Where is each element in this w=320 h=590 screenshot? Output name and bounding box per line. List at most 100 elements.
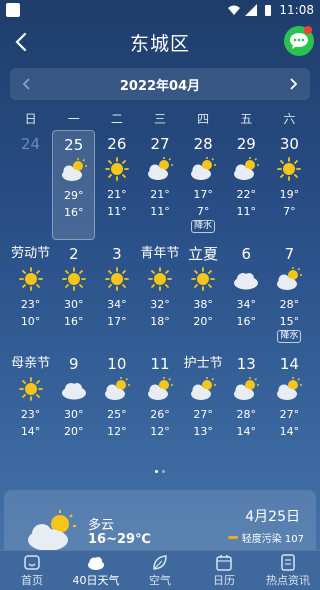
day-cell[interactable]: 母亲节 23° 14°: [9, 350, 52, 460]
day-cell[interactable]: 27 21° 11°: [138, 130, 181, 240]
precip-badge: 降水: [191, 220, 216, 233]
status-bar: 11:08: [0, 0, 320, 20]
day-label: 9: [68, 355, 79, 373]
day-label: 11: [150, 355, 170, 373]
high-temp: 17°: [193, 188, 213, 201]
day-label: 26: [107, 135, 127, 153]
day-label: 7: [284, 245, 295, 263]
day-cell[interactable]: 3 34° 17°: [95, 240, 138, 350]
low-temp: 20°: [193, 315, 213, 328]
chat-button[interactable]: [284, 26, 314, 56]
day-cell[interactable]: 24: [9, 130, 52, 240]
sun-icon: [60, 267, 88, 291]
day-cell[interactable]: 11 26° 12°: [138, 350, 181, 460]
low-temp: 14°: [236, 425, 257, 438]
low-temp: 12°: [150, 425, 170, 438]
weekday-label: 五: [240, 111, 253, 126]
precip-badge: 降水: [277, 330, 302, 343]
high-temp: 26°: [150, 408, 170, 421]
partly-cloudy-icon: [103, 377, 131, 401]
day-cell[interactable]: 青年节 32° 18°: [138, 240, 181, 350]
notification-icon: [6, 3, 20, 17]
unread-dot: [304, 26, 312, 34]
signal-icon: [245, 4, 258, 16]
high-temp: 25°: [107, 408, 127, 421]
tab-news[interactable]: 热点资讯: [256, 551, 320, 590]
day-cell[interactable]: 劳动节 23° 10°: [9, 240, 52, 350]
high-temp: 19°: [279, 188, 300, 201]
leaf-icon: [153, 554, 167, 570]
tab-label: 首页: [21, 573, 43, 587]
high-temp: 23°: [20, 408, 41, 421]
low-temp: 13°: [193, 425, 213, 438]
day-cell[interactable]: 护士节 27° 13°: [182, 350, 225, 460]
status-time: 11:08: [279, 3, 314, 17]
tab-label: 40日天气: [72, 573, 120, 587]
weekday-label: 日: [24, 111, 37, 126]
low-temp: 20°: [63, 425, 84, 438]
aqi-color-bar: [227, 536, 238, 539]
day-label: 立夏: [188, 245, 219, 263]
tab-label: 日历: [213, 573, 235, 587]
chat-bubble-icon: [290, 33, 308, 49]
high-temp: 34°: [236, 298, 257, 311]
day-cell[interactable]: 13 28° 14°: [225, 350, 268, 460]
day-cell[interactable]: 立夏 38° 20°: [182, 240, 225, 350]
day-label: 3: [112, 245, 122, 263]
sun-icon: [103, 157, 131, 181]
app-header: 东城区: [0, 20, 320, 64]
day-label: 劳动节: [11, 246, 51, 261]
day-label: 护士节: [183, 356, 223, 371]
day-cell[interactable]: 6 34° 16°: [225, 240, 268, 350]
high-temp: 30°: [63, 408, 84, 421]
day-label: 30: [279, 135, 299, 153]
tab-label: 热点资讯: [266, 573, 310, 587]
calendar-icon: [216, 554, 232, 571]
tab-calendar[interactable]: 日历: [192, 551, 256, 590]
detail-condition: 多云: [88, 518, 115, 533]
low-temp: 18°: [150, 315, 170, 328]
sun-icon: [275, 157, 303, 181]
sun-icon: [189, 267, 217, 291]
weekday-label: 三: [153, 111, 166, 126]
aqi-indicator: 轻度污染 107: [227, 530, 304, 545]
bottom-tab-bar: 首页 40日天气 空气 日历 热点资讯: [0, 550, 320, 590]
day-label: 青年节: [140, 246, 180, 261]
day-cell[interactable]: 28 17° 7° 降水: [182, 130, 225, 240]
day-cell[interactable]: 29 22° 11°: [225, 130, 268, 240]
tab-40day-weather[interactable]: 40日天气: [64, 551, 128, 590]
partly-cloudy-icon: [189, 157, 217, 181]
high-temp: 21°: [107, 188, 127, 201]
day-cell[interactable]: 9 30° 20°: [52, 350, 95, 460]
day-label: 27: [150, 135, 170, 153]
high-temp: 21°: [150, 188, 170, 201]
day-cell[interactable]: 7 28° 15° 降水: [268, 240, 311, 350]
next-month-icon[interactable]: [286, 77, 300, 91]
partly-cloudy-icon: [275, 377, 303, 401]
day-cell[interactable]: 2 30° 16°: [52, 240, 95, 350]
cloud-icon: [60, 377, 88, 401]
high-temp: 30°: [63, 298, 84, 311]
day-cell[interactable]: 26 21° 11°: [95, 130, 138, 240]
low-temp: 10°: [20, 315, 41, 328]
calendar-grid: 24 25 29° 16° 26 21° 11° 27 21° 11° 28 17° 7° 降水 29 22°…: [0, 130, 320, 460]
low-temp: 11°: [107, 205, 127, 218]
tab-air[interactable]: 空气: [128, 551, 192, 590]
day-detail-card[interactable]: 多云 16~29℃ 4月25日 轻度污染 107: [4, 490, 316, 552]
prev-month-icon[interactable]: [20, 77, 34, 91]
tab-home[interactable]: 首页: [0, 551, 64, 590]
page-dot: [155, 470, 158, 473]
low-temp: 14°: [20, 425, 41, 438]
high-temp: 28°: [236, 408, 257, 421]
partly-cloudy-icon: [28, 510, 76, 551]
partly-cloudy-icon: [189, 377, 217, 401]
cloud-icon: [232, 267, 260, 291]
day-cell[interactable]: 25 29° 16°: [52, 130, 96, 240]
day-cell[interactable]: 30 19° 7°: [268, 130, 311, 240]
day-cell[interactable]: 10 25° 12°: [95, 350, 138, 460]
back-icon[interactable]: [10, 30, 34, 54]
sun-icon: [17, 377, 45, 401]
low-temp: 7°: [283, 205, 296, 218]
day-cell[interactable]: 14 27° 14°: [268, 350, 311, 460]
page-indicator: [0, 470, 320, 473]
